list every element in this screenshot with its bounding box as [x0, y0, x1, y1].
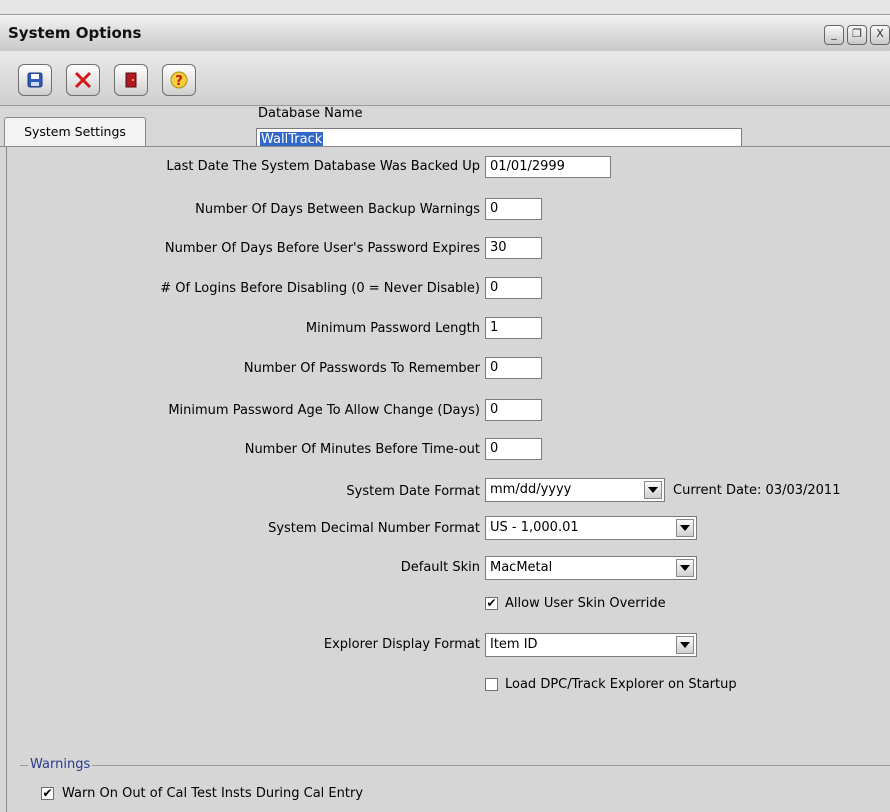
date-format-label: System Date Format [346, 484, 480, 499]
min-password-length-label: Minimum Password Length [305, 321, 480, 336]
min-password-age-label: Minimum Password Age To Allow Change (Da… [168, 403, 480, 418]
min-password-length-field[interactable]: 1 [485, 317, 542, 339]
title-bar: System Options _ ❐ X [0, 14, 890, 52]
explorer-display-label: Explorer Display Format [323, 637, 480, 652]
passwords-remember-field[interactable]: 0 [485, 357, 542, 379]
password-expire-days-label: Number Of Days Before User's Password Ex… [164, 241, 480, 256]
logins-before-disable-label: # Of Logins Before Disabling (0 = Never … [160, 281, 480, 296]
min-password-age-field[interactable]: 0 [485, 399, 542, 421]
load-explorer-startup-checkbox[interactable]: Load DPC/Track Explorer on Startup [485, 677, 737, 692]
window-title: System Options [8, 24, 142, 42]
passwords-remember-label: Number Of Passwords To Remember [243, 361, 480, 376]
chevron-down-icon[interactable] [676, 519, 694, 537]
chevron-down-icon[interactable] [644, 481, 662, 499]
logins-before-disable-field[interactable]: 0 [485, 277, 542, 299]
password-expire-days-field[interactable]: 30 [485, 237, 542, 259]
decimal-format-label: System Decimal Number Format [268, 521, 480, 536]
close-window-button[interactable]: X [870, 25, 890, 45]
date-format-value: mm/dd/yyyy [490, 482, 572, 497]
exit-button[interactable] [114, 64, 148, 96]
decimal-format-select[interactable]: US - 1,000.01 [485, 516, 697, 540]
tab-system-settings[interactable]: System Settings [4, 117, 146, 146]
default-skin-label: Default Skin [400, 560, 480, 575]
minimize-button[interactable]: _ [824, 25, 844, 45]
restore-button[interactable]: ❐ [847, 25, 867, 45]
current-date-text: Current Date: 03/03/2011 [673, 483, 841, 498]
toolbar: ? Database Name WallTrack [0, 51, 890, 150]
load-explorer-startup-label: Load DPC/Track Explorer on Startup [505, 677, 737, 692]
timeout-minutes-field[interactable]: 0 [485, 438, 542, 460]
svg-text:?: ? [175, 74, 183, 89]
explorer-display-select[interactable]: Item ID [485, 633, 697, 657]
last-backup-field[interactable]: 01/01/2999 [485, 156, 611, 178]
timeout-minutes-label: Number Of Minutes Before Time-out [244, 442, 480, 457]
backup-warning-days-label: Number Of Days Between Backup Warnings [195, 202, 480, 217]
default-skin-select[interactable]: MacMetal [485, 556, 697, 580]
checkmark-icon[interactable]: ✔ [485, 597, 498, 610]
chevron-down-icon[interactable] [676, 559, 694, 577]
help-button[interactable]: ? [162, 64, 196, 96]
close-icon [74, 71, 92, 89]
warn-out-of-cal-label: Warn On Out of Cal Test Insts During Cal… [62, 786, 364, 801]
door-exit-icon [125, 72, 137, 88]
last-backup-label: Last Date The System Database Was Backed… [166, 159, 480, 174]
warnings-group-border [20, 765, 890, 766]
allow-skin-override-label: Allow User Skin Override [505, 596, 666, 611]
warn-out-of-cal-checkbox[interactable]: ✔ Warn On Out of Cal Test Insts During C… [41, 786, 363, 801]
backup-warning-days-field[interactable]: 0 [485, 198, 542, 220]
tab-bar: System Settings [0, 117, 890, 147]
top-strip [0, 0, 890, 15]
default-skin-value: MacMetal [490, 560, 553, 575]
allow-skin-override-checkbox[interactable]: ✔ Allow User Skin Override [485, 596, 666, 611]
date-format-select[interactable]: mm/dd/yyyy [485, 478, 665, 502]
help-icon: ? [170, 71, 188, 89]
checkbox-empty-icon[interactable] [485, 678, 498, 691]
checkmark-icon[interactable]: ✔ [41, 787, 54, 800]
window-controls: _ ❐ X [824, 25, 890, 45]
system-options-window: System Options _ ❐ X ? Database Name Wal… [0, 0, 890, 812]
save-button[interactable] [18, 64, 52, 96]
save-icon [27, 72, 43, 88]
warnings-group-title: Warnings [28, 757, 93, 772]
explorer-display-value: Item ID [490, 637, 538, 652]
decimal-format-value: US - 1,000.01 [490, 520, 579, 535]
cancel-button[interactable] [66, 64, 100, 96]
chevron-down-icon[interactable] [676, 636, 694, 654]
